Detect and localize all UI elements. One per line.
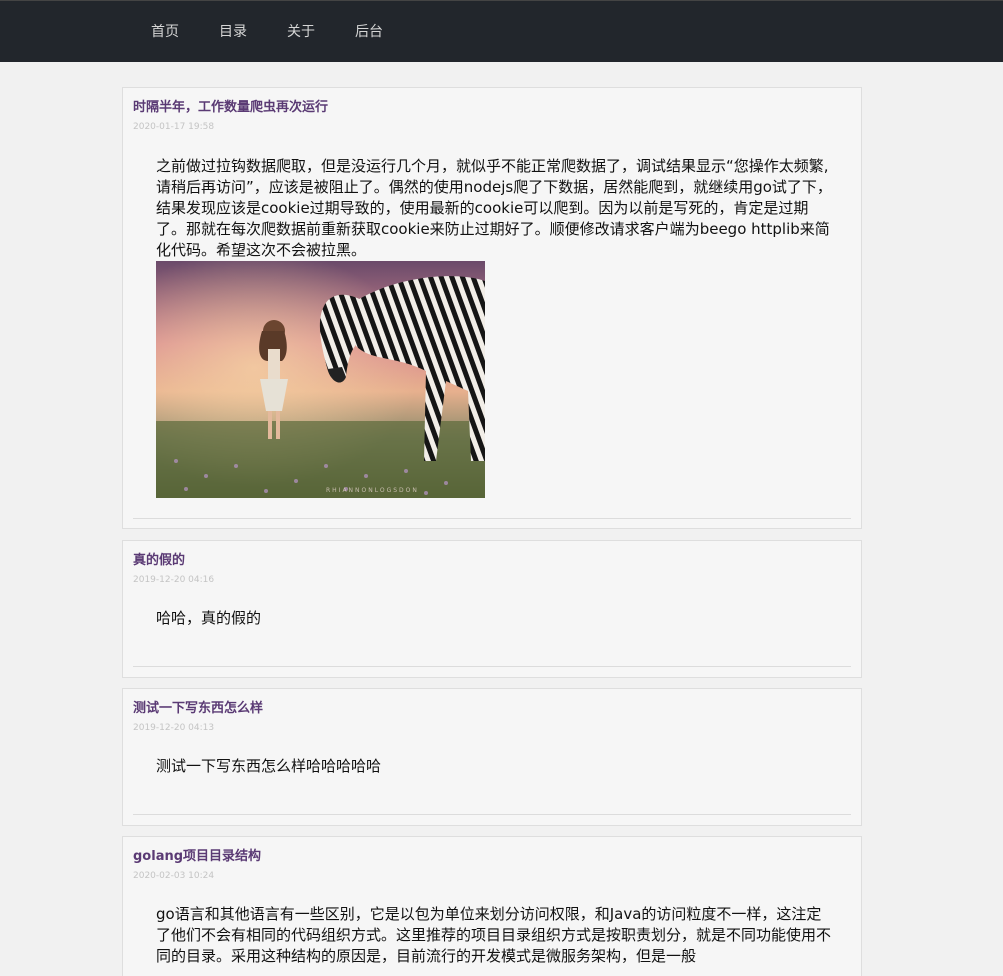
post-title[interactable]: 测试一下写东西怎么样 <box>133 701 263 717</box>
nav-item-about[interactable]: 关于 <box>287 23 315 41</box>
post-card: golang项目目录结构 2020-02-03 10:24 go语言和其他语言有… <box>122 836 862 976</box>
post-date: 2020-02-03 10:24 <box>133 871 215 881</box>
post-divider <box>133 814 851 815</box>
post-body: 测试一下写东西怎么样哈哈哈哈哈 <box>156 757 382 775</box>
post-body: 之前做过拉钩数据爬取，但是没运行几个月，就似乎不能正常爬数据了，调试结果显示“您… <box>156 157 832 259</box>
post-card: 测试一下写东西怎么样 2019-12-20 04:13 测试一下写东西怎么样哈哈… <box>122 688 862 826</box>
post-title[interactable]: golang项目目录结构 <box>133 849 261 865</box>
post-date: 2019-12-20 04:16 <box>133 575 215 585</box>
post-body: 哈哈，真的假的 <box>156 609 262 627</box>
post-title[interactable]: 时隔半年，工作数量爬虫再次运行 <box>133 100 328 116</box>
post-title[interactable]: 真的假的 <box>133 553 185 569</box>
post-card: 时隔半年，工作数量爬虫再次运行 2020-01-17 19:58 之前做过拉钩数… <box>122 87 862 529</box>
post-card: 真的假的 2019-12-20 04:16 哈哈，真的假的 <box>122 540 862 678</box>
post-divider <box>133 666 851 667</box>
post-date: 2019-12-20 04:13 <box>133 723 215 733</box>
post-date: 2020-01-17 19:58 <box>133 122 215 132</box>
top-navbar: 首页 目录 关于 后台 <box>0 0 1003 62</box>
post-divider <box>133 518 851 519</box>
nav-item-catalog[interactable]: 目录 <box>219 23 247 41</box>
nav-item-home[interactable]: 首页 <box>151 23 179 41</box>
post-body: go语言和其他语言有一些区别，它是以包为单位来划分访问权限，和Java的访问粒度… <box>156 905 832 965</box>
nav-item-admin[interactable]: 后台 <box>355 23 383 41</box>
image-watermark: RHIANNONLOGSDON <box>326 487 419 494</box>
post-image: RHIANNONLOGSDON <box>156 261 485 498</box>
